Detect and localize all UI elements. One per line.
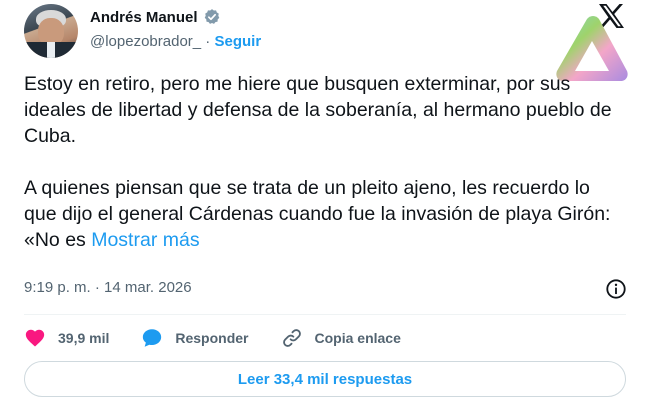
action-bar: 39,9 mil Responder Copia enlace: [24, 326, 433, 350]
author-name[interactable]: Andrés Manuel: [90, 9, 198, 26]
handle-separator: ·: [201, 33, 215, 50]
author-name-row[interactable]: Andrés Manuel: [90, 8, 221, 26]
author-handle[interactable]: @lopezobrador_: [90, 33, 201, 50]
copy-link-button[interactable]: Copia enlace: [281, 327, 401, 349]
verified-badge-icon: [204, 9, 219, 24]
tweet-card: Andrés Manuel @lopezobrador_ · Seguir Es…: [0, 0, 650, 400]
divider: [24, 314, 626, 315]
info-icon[interactable]: [605, 278, 627, 300]
follow-button[interactable]: Seguir: [214, 33, 261, 50]
read-replies-button[interactable]: Leer 33,4 mil respuestas: [24, 361, 626, 397]
show-more-link[interactable]: Mostrar más: [91, 229, 199, 251]
tweet-body: Estoy en retiro, pero me hiere que busqu…: [24, 73, 612, 251]
reply-label: Responder: [175, 330, 249, 346]
reply-button[interactable]: Responder: [141, 327, 249, 349]
tweet-timestamp[interactable]: 9:19 p. m. · 14 mar. 2026: [24, 279, 192, 296]
reply-bubble-icon: [143, 329, 162, 347]
heart-icon: [25, 329, 45, 347]
handle-row: @lopezobrador_ · Seguir: [90, 33, 261, 50]
like-button[interactable]: 39,9 mil: [24, 327, 109, 349]
copy-link-label: Copia enlace: [314, 330, 401, 346]
link-icon: [282, 329, 301, 347]
like-count: 39,9 mil: [58, 330, 110, 346]
avatar[interactable]: [24, 4, 78, 58]
tweet-text: Estoy en retiro, pero me hiere que busqu…: [24, 71, 614, 253]
